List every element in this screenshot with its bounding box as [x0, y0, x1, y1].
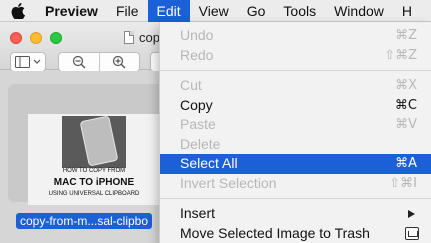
menu-item-redo-shortcut: ⇧⌘Z	[384, 47, 417, 63]
edit-menu-dropdown: Undo ⌘Z Redo ⇧⌘Z Cut ⌘X Copy ⌘C Paste ⌘V…	[159, 22, 431, 243]
window-title: cop	[124, 30, 160, 45]
menu-preview[interactable]: Preview	[36, 0, 107, 22]
menu-item-undo-label: Undo	[180, 27, 214, 43]
menu-item-insert[interactable]: Insert	[160, 204, 431, 224]
zoom-in-icon	[113, 55, 126, 69]
menu-item-insert-label: Insert	[180, 205, 216, 221]
submenu-arrow-icon	[408, 210, 415, 218]
menu-item-paste[interactable]: Paste ⌘V	[160, 115, 431, 135]
menu-item-cut-shortcut: ⌘X	[395, 78, 417, 93]
window-title-text: cop	[139, 30, 160, 45]
menu-tools[interactable]: Tools	[274, 0, 325, 22]
zoom-out-icon	[72, 55, 86, 69]
zoom-out-button[interactable]	[59, 55, 99, 69]
menu-item-paste-label: Paste	[180, 116, 216, 132]
thumbnail-text-line1: HOW TO COPY FROM	[62, 168, 126, 174]
menu-item-copy-shortcut: ⌘C	[394, 97, 417, 113]
menu-item-redo-label: Redo	[180, 46, 214, 63]
sidebar-toggle-button[interactable]	[10, 52, 46, 72]
menu-item-delete-label: Delete	[180, 135, 221, 152]
menu-item-copy[interactable]: Copy ⌘C	[160, 96, 431, 116]
menu-item-select-all-label: Select All	[180, 155, 238, 171]
menu-item-invert-selection-shortcut: ⇧⌘I	[389, 175, 417, 191]
menu-separator	[160, 198, 431, 199]
image-thumbnail[interactable]: HOW TO COPY FROM MAC TO iPHONE USING UNI…	[28, 114, 160, 205]
menu-bar: Preview File Edit View Go Tools Window H	[0, 0, 431, 22]
menu-separator	[160, 70, 431, 71]
menu-item-move-to-trash[interactable]: Move Selected Image to Trash	[160, 224, 431, 243]
menu-item-select-all[interactable]: Select All ⌘A	[160, 154, 431, 174]
menu-go[interactable]: Go	[238, 0, 275, 22]
menu-help[interactable]: H	[393, 0, 421, 22]
close-button[interactable]	[10, 32, 22, 44]
menu-item-cut-label: Cut	[180, 77, 202, 93]
thumbnail-text-line2: MAC TO iPHONE	[53, 177, 135, 188]
document-icon	[124, 31, 134, 44]
zoom-in-button[interactable]	[99, 55, 139, 69]
menu-file[interactable]: File	[107, 0, 148, 22]
thumbnail-filename[interactable]: copy-from-m...sal-clipbo	[16, 213, 153, 229]
menu-window[interactable]: Window	[325, 0, 393, 22]
menu-item-invert-selection-label: Invert Selection	[180, 174, 277, 191]
menu-item-undo-shortcut: ⌘Z	[395, 28, 417, 43]
menu-item-cut[interactable]: Cut ⌘X	[160, 76, 431, 96]
menu-item-select-all-shortcut: ⌘A	[395, 156, 417, 171]
trash-shortcut-icon	[405, 226, 419, 240]
menu-item-paste-shortcut: ⌘V	[395, 117, 417, 132]
menu-item-delete[interactable]: Delete	[160, 135, 431, 155]
minimize-button[interactable]	[30, 32, 42, 44]
menu-view[interactable]: View	[190, 0, 238, 22]
sidebar-icon	[15, 56, 41, 68]
apple-menu-icon[interactable]	[0, 0, 36, 22]
menu-item-copy-label: Copy	[180, 96, 213, 113]
thumbnail-text-line3: USING UNIVERSAL CLIPBOARD	[48, 191, 140, 197]
zoom-window-button[interactable]	[50, 32, 62, 44]
zoom-controls	[58, 52, 140, 72]
menu-edit[interactable]: Edit	[147, 0, 190, 22]
menu-item-redo[interactable]: Redo ⇧⌘Z	[160, 46, 431, 66]
menu-item-invert-selection[interactable]: Invert Selection ⇧⌘I	[160, 174, 431, 194]
menu-item-move-to-trash-label: Move Selected Image to Trash	[180, 224, 370, 241]
menu-item-undo[interactable]: Undo ⌘Z	[160, 26, 431, 46]
